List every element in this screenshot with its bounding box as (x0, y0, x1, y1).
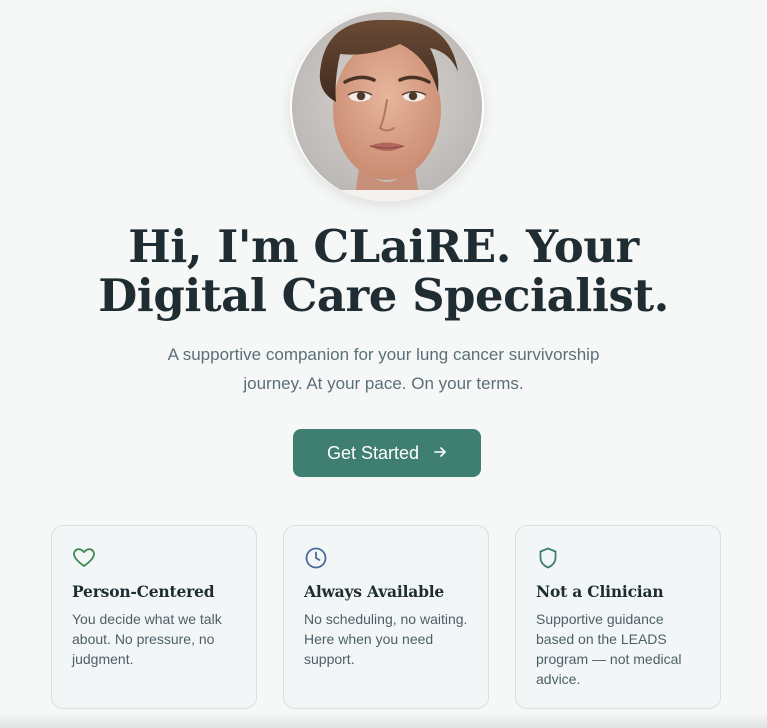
heart-icon (72, 546, 96, 570)
get-started-button[interactable]: Get Started (293, 429, 481, 477)
avatar-portrait (292, 12, 482, 202)
hero-subtitle: A supportive companion for your lung can… (167, 345, 600, 393)
page-title: Hi, I'm CLaiRE. Your Digital Care Specia… (98, 220, 669, 322)
feature-title: Always Available (304, 582, 445, 601)
feature-card-not-a-clinician: Not a Clinician Supportive guidance base… (515, 525, 721, 709)
feature-title: Person-Centered (72, 582, 215, 601)
feature-card-person-centered: Person-Centered You decide what we talk … (51, 525, 257, 709)
shield-icon (536, 546, 560, 570)
feature-title: Not a Clinician (536, 582, 664, 601)
feature-text: You decide what we talk about. No pressu… (72, 611, 222, 667)
get-started-label: Get Started (326, 442, 420, 463)
avatar (290, 12, 484, 202)
bottom-fade (0, 714, 767, 728)
arrow-right-icon (433, 445, 447, 462)
clock-icon (304, 546, 328, 570)
feature-card-always-available: Always Available No scheduling, no waiti… (283, 525, 489, 709)
feature-text: No scheduling, no waiting. Here when you… (304, 611, 468, 667)
feature-text: Supportive guidance based on the LEADS p… (536, 611, 682, 687)
